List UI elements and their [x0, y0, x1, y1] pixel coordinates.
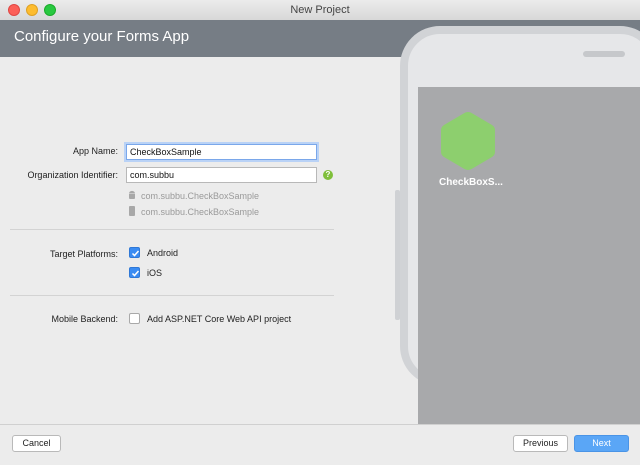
title-bar: New Project — [0, 0, 640, 21]
android-bundle-id: com.subbu.CheckBoxSample — [141, 191, 260, 201]
previous-button[interactable]: Previous — [513, 435, 568, 452]
next-button[interactable]: Next — [574, 435, 629, 452]
checkmark-icon — [131, 270, 140, 277]
org-identifier-input[interactable]: com.subbu — [126, 167, 317, 183]
ios-checkbox-label: iOS — [147, 268, 163, 278]
phone-speaker — [583, 51, 625, 57]
ios-checkbox[interactable] — [129, 267, 140, 278]
help-icon[interactable]: ? — [323, 170, 333, 180]
android-checkbox-label: Android — [147, 248, 179, 258]
divider — [10, 229, 334, 230]
ios-bundle-id: com.subbu.CheckBoxSample — [141, 207, 260, 217]
checkmark-icon — [131, 250, 140, 257]
mobile-backend-label: Mobile Backend: — [51, 314, 118, 324]
divider — [10, 295, 334, 296]
android-icon — [129, 190, 135, 199]
aspnet-backend-checkbox[interactable] — [129, 313, 140, 324]
window-title: New Project — [290, 4, 350, 16]
app-name-input[interactable]: CheckBoxSample — [126, 144, 317, 160]
iphone-icon — [129, 206, 135, 216]
app-name-label: App Name: — [72, 146, 118, 156]
cancel-button[interactable]: Cancel — [12, 435, 61, 452]
aspnet-backend-checkbox-label: Add ASP.NET Core Web API project — [147, 314, 292, 324]
target-platforms-label: Target Platforms: — [49, 249, 118, 259]
new-project-window: New Project Configure your Forms App App… — [0, 0, 640, 465]
app-icon-label: CheckBoxS... — [439, 177, 503, 188]
page-title: Configure your Forms App — [14, 28, 190, 45]
android-checkbox[interactable] — [129, 247, 140, 258]
app-icon — [441, 112, 495, 170]
org-identifier-label: Organization Identifier: — [27, 170, 118, 180]
